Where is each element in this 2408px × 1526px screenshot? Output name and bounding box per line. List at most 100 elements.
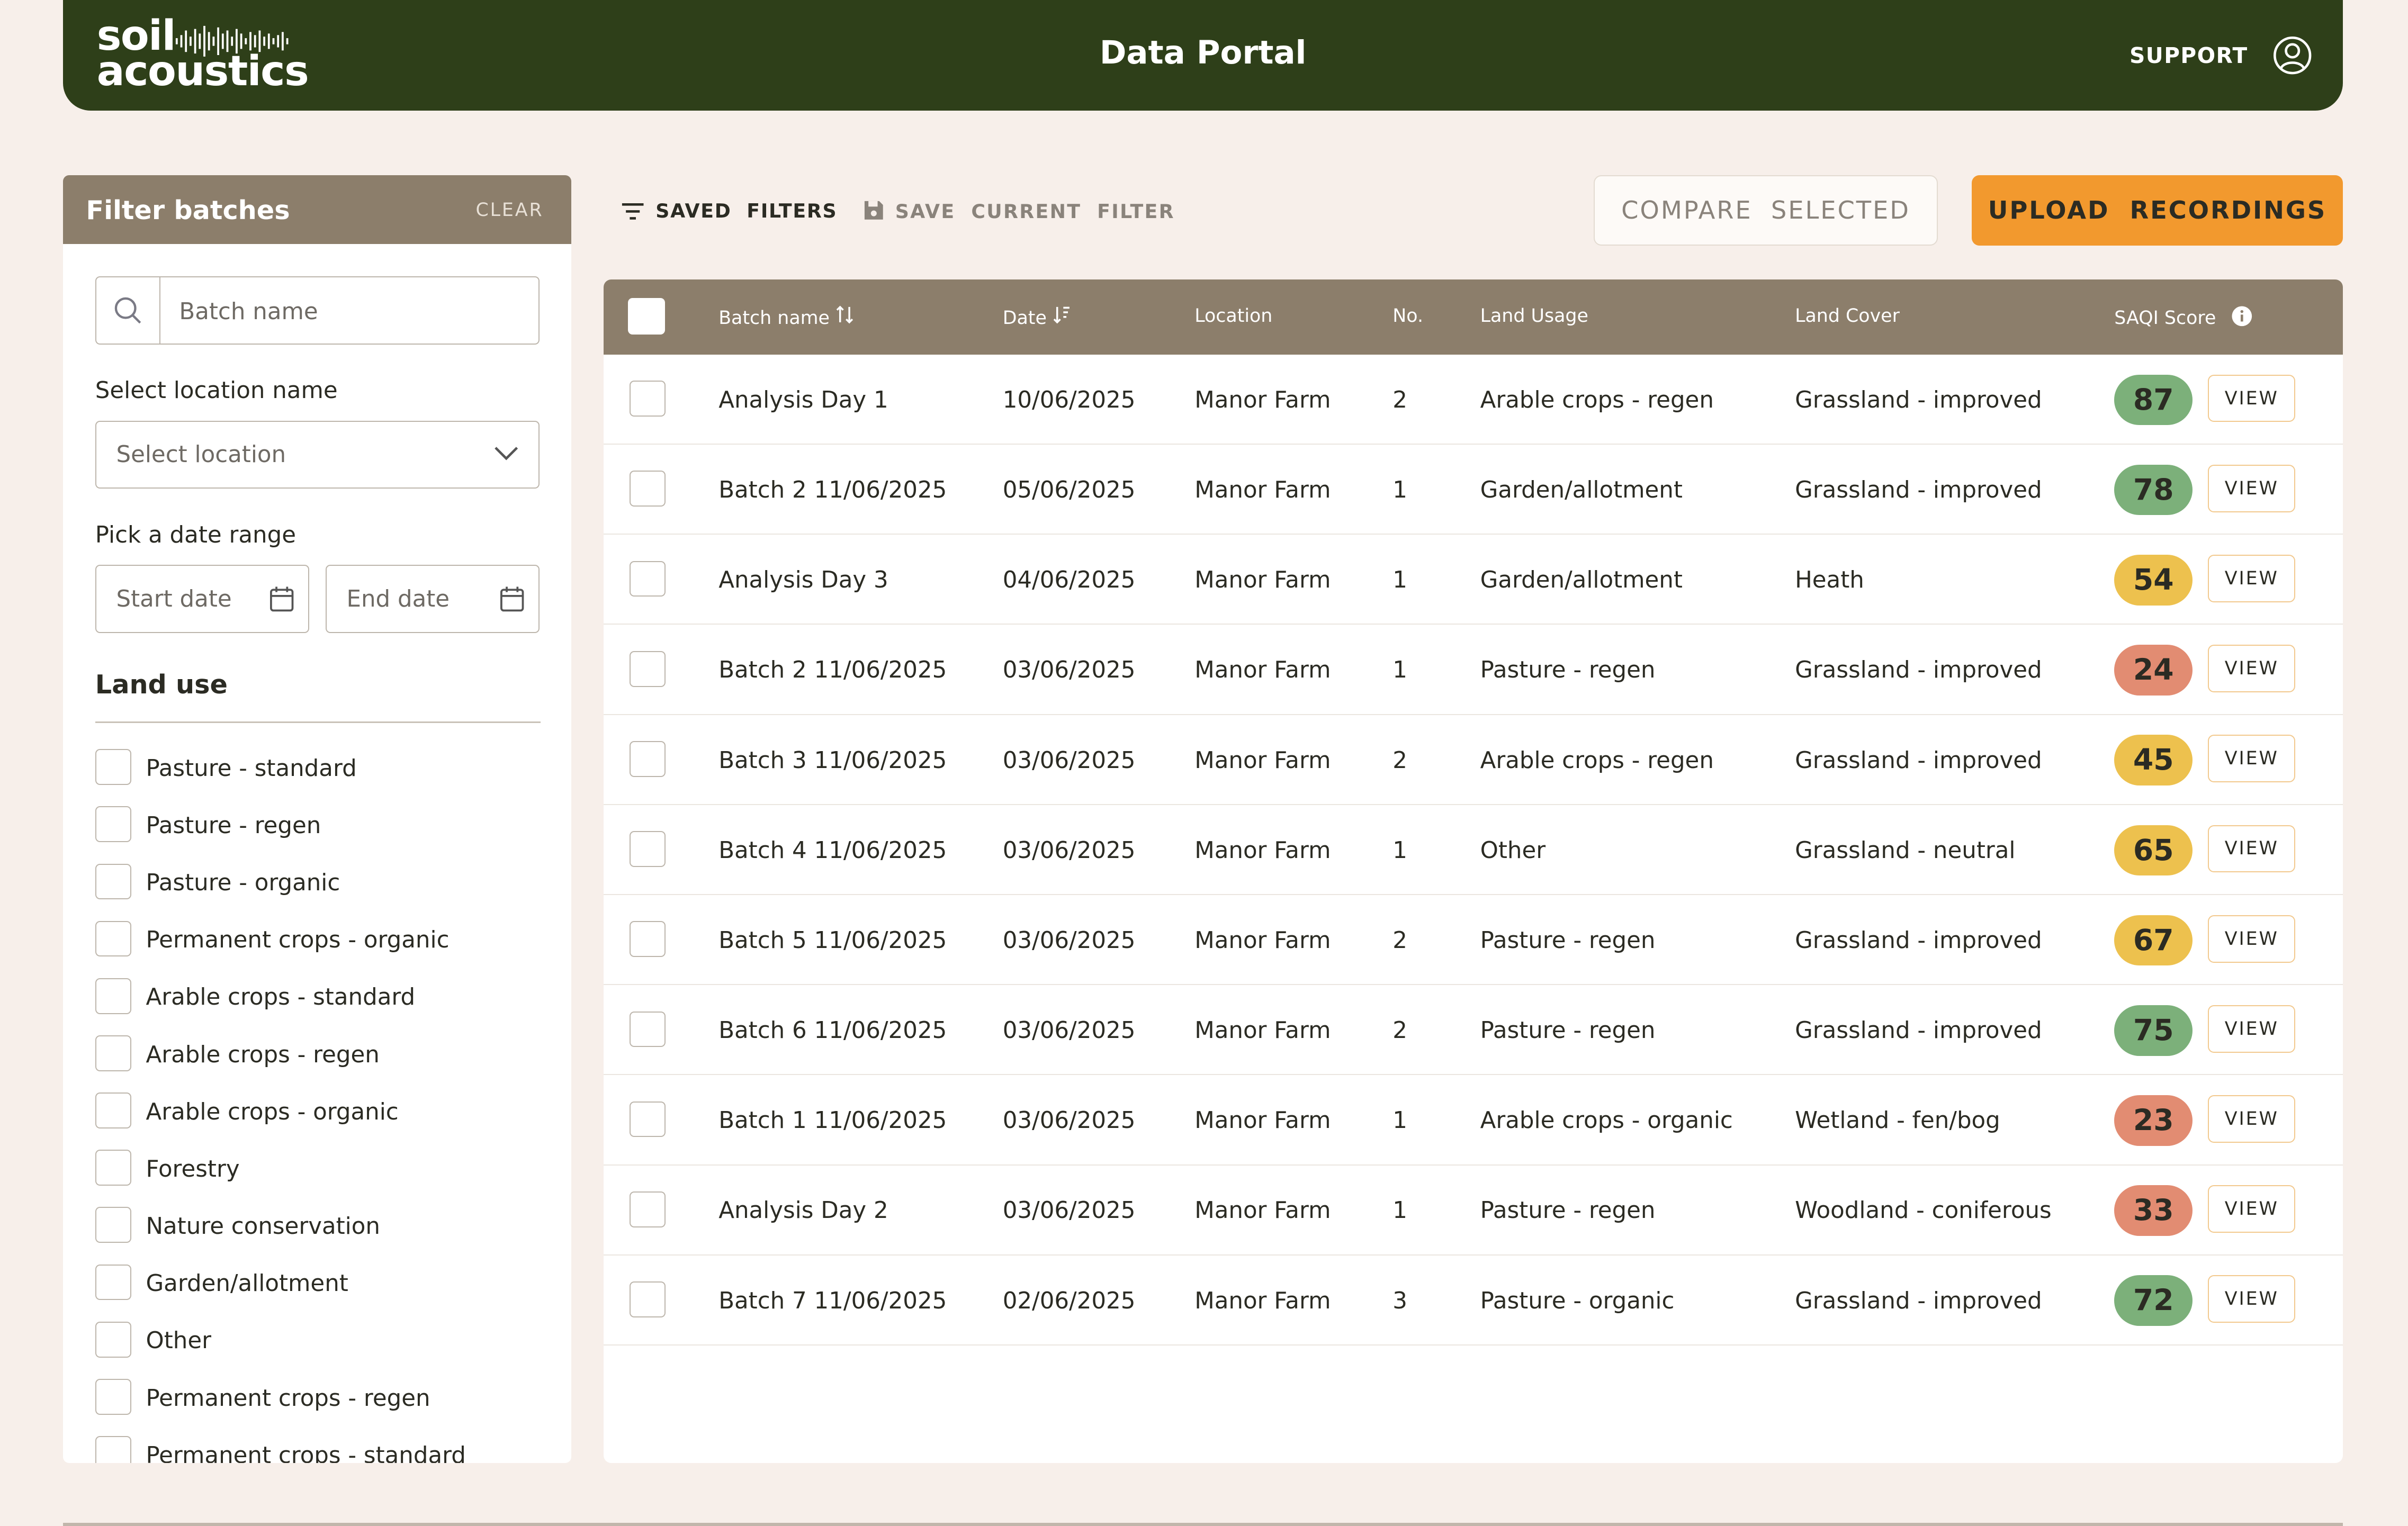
land-use-checkbox[interactable] (95, 863, 131, 900)
land-use-checkbox[interactable] (95, 1035, 131, 1071)
land-use-checkbox[interactable] (95, 806, 131, 843)
calendar-icon (270, 586, 294, 612)
table-row[interactable]: Analysis Day 3 04/06/2025 Manor Farm 1 Garde… (603, 535, 2343, 625)
save-current-filter-button[interactable]: SAVE CURRENT FILTER (863, 200, 1175, 223)
start-date-placeholder: Start date (116, 585, 232, 612)
cell-batch-name: Analysis Day 1 (718, 386, 888, 413)
column-header-location[interactable]: Location (1194, 305, 1272, 327)
location-select-value: Select location (116, 441, 286, 468)
location-select[interactable]: Select location (95, 420, 540, 489)
land-use-checkbox[interactable] (95, 1378, 131, 1415)
cell-land-usage: Pasture - regen (1480, 927, 1656, 954)
start-date-field[interactable]: Start date (95, 565, 309, 633)
batch-name-header-label: Batch name (718, 307, 830, 329)
view-button[interactable]: VIEW (2208, 1005, 2296, 1053)
land-use-checkbox[interactable] (95, 1092, 131, 1128)
cell-number: 1 (1392, 1197, 1407, 1224)
view-button[interactable]: VIEW (2208, 645, 2296, 693)
land-use-checkbox[interactable] (95, 1264, 131, 1301)
land-use-checkbox[interactable] (95, 978, 131, 1014)
column-header-batch-name[interactable]: Batch name (718, 305, 854, 329)
land-use-checkbox[interactable] (95, 1436, 131, 1463)
land-use-checkbox[interactable] (95, 1321, 131, 1358)
view-button[interactable]: VIEW (2208, 825, 2296, 873)
table-row[interactable]: Analysis Day 2 03/06/2025 Manor Farm 1 Pastu… (603, 1166, 2343, 1256)
view-button[interactable]: VIEW (2208, 374, 2296, 422)
row-checkbox[interactable] (629, 651, 666, 687)
row-checkbox[interactable] (629, 741, 666, 777)
table-row[interactable]: Batch 4 11/06/2025 03/06/2025 Manor Farm 1 O… (603, 805, 2343, 896)
row-checkbox[interactable] (629, 1191, 666, 1227)
cell-number: 1 (1392, 476, 1407, 503)
saved-filters-button[interactable]: SAVED FILTERS (621, 200, 838, 222)
view-button[interactable]: VIEW (2208, 464, 2296, 512)
table-row[interactable]: Batch 6 11/06/2025 03/06/2025 Manor Farm 2 P… (603, 985, 2343, 1076)
row-checkbox[interactable] (629, 381, 666, 417)
row-checkbox[interactable] (629, 1281, 666, 1317)
land-use-label: Permanent crops - organic (146, 927, 450, 954)
row-checkbox[interactable] (629, 831, 666, 867)
land-use-heading: Land use (95, 669, 228, 700)
saqi-score-badge: 72 (2114, 1275, 2193, 1326)
select-all-checkbox[interactable] (628, 297, 665, 335)
cell-date: 03/06/2025 (1002, 837, 1136, 864)
land-use-label: Arable crops - standard (146, 984, 416, 1011)
cell-land-usage: Arable crops - regen (1480, 747, 1714, 774)
cell-date: 05/06/2025 (1002, 476, 1136, 503)
cell-land-cover: Grassland - neutral (1795, 837, 2016, 864)
table-row[interactable]: Analysis Day 1 10/06/2025 Manor Farm 2 Arabl… (603, 355, 2343, 445)
user-circle-icon[interactable] (2272, 35, 2312, 75)
view-button[interactable]: VIEW (2208, 554, 2296, 602)
cell-land-cover: Grassland - improved (1795, 927, 2042, 954)
land-use-checkbox[interactable] (95, 1207, 131, 1243)
clear-filters-button[interactable]: CLEAR (475, 200, 543, 221)
view-button[interactable]: VIEW (2208, 735, 2296, 783)
table-row[interactable]: Batch 7 11/06/2025 02/06/2025 Manor Farm 3 P… (603, 1256, 2343, 1346)
view-button[interactable]: VIEW (2208, 1095, 2296, 1143)
land-use-checkbox[interactable] (95, 1150, 131, 1186)
cell-land-usage: Pasture - regen (1480, 657, 1656, 684)
row-checkbox[interactable] (629, 1101, 666, 1137)
row-checkbox[interactable] (629, 471, 666, 507)
view-button[interactable]: VIEW (2208, 1275, 2296, 1323)
cell-land-cover: Grassland - improved (1795, 657, 2042, 684)
column-header-saqi-score[interactable]: SAQI Score (2114, 305, 2252, 329)
cell-date: 04/06/2025 (1002, 567, 1136, 594)
upload-recordings-button[interactable]: UPLOAD RECORDINGS (1971, 175, 2343, 246)
saqi-score-badge: 78 (2114, 464, 2193, 516)
batch-name-input[interactable] (160, 277, 551, 347)
view-button[interactable]: VIEW (2208, 1185, 2296, 1233)
cell-number: 3 (1392, 1287, 1407, 1314)
table-row[interactable]: Batch 2 11/06/2025 05/06/2025 Manor Farm 1 G… (603, 445, 2343, 535)
cell-batch-name: Batch 4 11/06/2025 (718, 837, 947, 864)
table-row[interactable]: Batch 1 11/06/2025 03/06/2025 Manor Farm 1 A… (603, 1075, 2343, 1166)
cell-land-cover: Heath (1795, 567, 1864, 594)
batch-search (95, 276, 551, 347)
cell-land-usage: Pasture - regen (1480, 1017, 1656, 1044)
end-date-field[interactable]: End date (325, 565, 540, 633)
land-use-checkbox[interactable] (95, 920, 131, 957)
land-use-checkbox[interactable] (95, 749, 131, 785)
column-header-land-usage[interactable]: Land Usage (1480, 305, 1588, 327)
saqi-score-badge: 65 (2114, 825, 2193, 876)
row-checkbox[interactable] (629, 561, 666, 597)
view-button[interactable]: VIEW (2208, 915, 2296, 963)
info-icon[interactable] (2231, 305, 2253, 327)
cell-batch-name: Batch 7 11/06/2025 (718, 1287, 947, 1314)
land-use-label: Permanent crops - standard (146, 1442, 466, 1463)
support-link[interactable]: SUPPORT (2130, 43, 2248, 68)
cell-land-cover: Grassland - improved (1795, 476, 2042, 503)
column-header-number[interactable]: No. (1392, 305, 1423, 327)
row-checkbox[interactable] (629, 1011, 666, 1048)
end-date-placeholder: End date (346, 585, 450, 612)
cell-location: Manor Farm (1194, 1107, 1331, 1134)
compare-selected-button[interactable]: COMPARE SELECTED (1594, 175, 1938, 246)
column-header-date[interactable]: Date (1003, 305, 1071, 329)
save-disk-icon (864, 201, 883, 220)
table-row[interactable]: Batch 5 11/06/2025 03/06/2025 Manor Farm 2 P… (603, 895, 2343, 986)
table-row[interactable]: Batch 3 11/06/2025 03/06/2025 Manor Farm 2 A… (603, 715, 2343, 805)
row-checkbox[interactable] (629, 921, 666, 958)
table-row[interactable]: Batch 2 11/06/2025 03/06/2025 Manor Farm 1 P… (603, 625, 2343, 715)
column-header-land-cover[interactable]: Land Cover (1795, 305, 1900, 327)
cell-batch-name: Batch 2 11/06/2025 (718, 476, 947, 503)
